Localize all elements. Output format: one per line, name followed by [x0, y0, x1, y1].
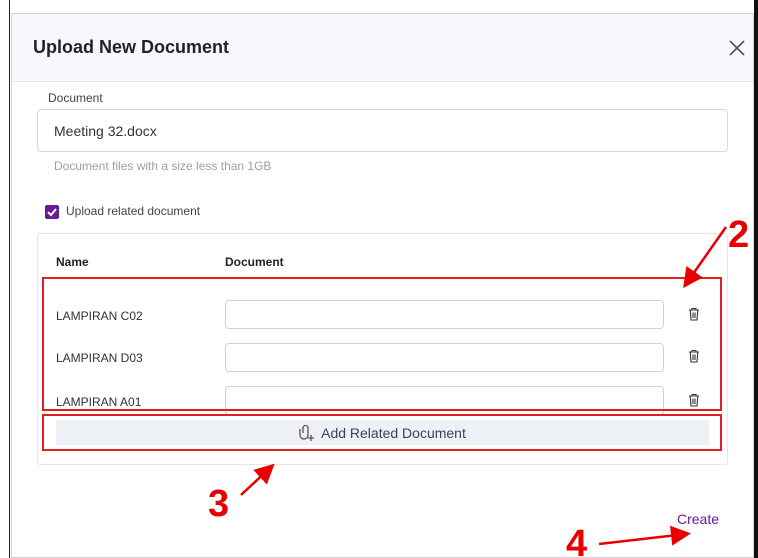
- modal-header: Upload New Document: [12, 14, 753, 82]
- annotation-number-4: 4: [566, 523, 588, 558]
- annotation-number-3: 3: [208, 483, 230, 525]
- document-file-input[interactable]: Meeting 32.docx: [37, 109, 728, 152]
- checkmark-icon: [47, 208, 57, 217]
- column-header-document: Document: [225, 255, 284, 269]
- close-icon[interactable]: [725, 36, 749, 60]
- annotation-highlight-rows: [42, 277, 722, 411]
- right-edge: [754, 0, 758, 558]
- left-edge: [0, 0, 10, 558]
- column-header-name: Name: [56, 255, 89, 269]
- document-file-value: Meeting 32.docx: [54, 122, 157, 139]
- upload-related-label: Upload related document: [66, 204, 201, 218]
- document-size-hint: Document files with a size less than 1GB: [54, 159, 272, 173]
- document-label: Document: [48, 91, 103, 105]
- annotation-number-2: 2: [728, 214, 750, 256]
- annotation-highlight-add: [42, 414, 722, 451]
- create-button[interactable]: Create: [677, 511, 719, 527]
- upload-related-checkbox[interactable]: [45, 205, 59, 219]
- modal-title: Upload New Document: [33, 37, 230, 57]
